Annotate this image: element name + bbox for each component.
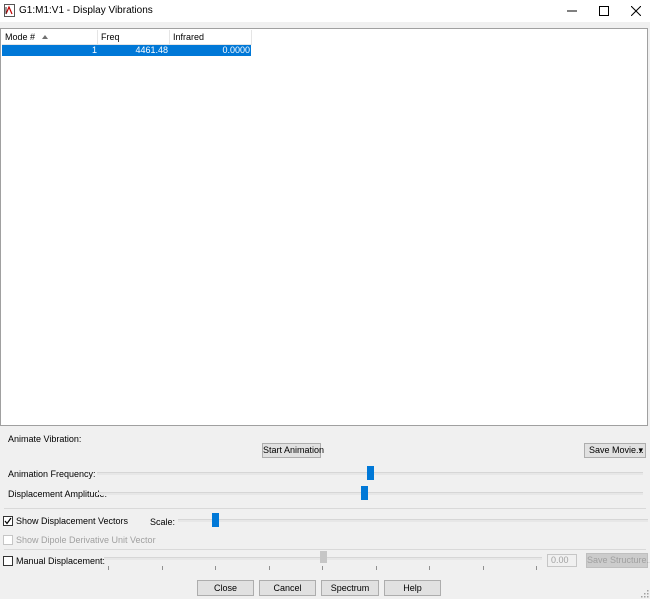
help-button[interactable]: Help [384, 580, 441, 596]
slider-tick-mark [108, 566, 109, 570]
column-header-mode[interactable]: Mode # [2, 30, 98, 45]
scale-slider-thumb[interactable] [212, 513, 219, 527]
slider-tick-mark [483, 566, 484, 570]
show-dipole-vector-label: Show Dipole Derivative Unit Vector [16, 535, 156, 545]
cancel-button[interactable]: Cancel [259, 580, 316, 596]
displacement-amplitude-slider-thumb[interactable] [361, 486, 368, 500]
manual-displacement-value[interactable]: 0.00 [547, 554, 577, 567]
spectrum-button[interactable]: Spectrum [321, 580, 379, 596]
app-icon [4, 4, 15, 17]
manual-displacement-checkbox[interactable] [3, 556, 13, 566]
slider-tick-mark [215, 566, 216, 570]
displacement-amplitude-label: Displacement Amplitude: [8, 489, 108, 499]
animation-frequency-label: Animation Frequency: [8, 469, 96, 479]
sort-ascending-icon [42, 35, 48, 39]
column-header-infrared[interactable]: Infrared [170, 30, 252, 45]
checkmark-icon [4, 517, 12, 525]
close-icon [631, 6, 641, 16]
scale-track[interactable] [178, 519, 648, 522]
show-dipole-vector-checkbox[interactable] [3, 535, 13, 545]
cell-mode: 1 [91, 45, 97, 55]
slider-tick-mark [536, 566, 537, 570]
save-movie-label: Save Movie... [589, 445, 644, 455]
slider-tick-mark [429, 566, 430, 570]
minimize-button[interactable] [556, 0, 588, 22]
resize-grip-icon[interactable] [640, 589, 649, 598]
section-divider [4, 549, 646, 550]
list-header: Mode # Freq Infrared [2, 30, 252, 45]
scale-label: Scale: [150, 517, 176, 527]
cell-freq: 4461.48 [135, 45, 168, 55]
column-header-freq[interactable]: Freq [98, 30, 170, 45]
close-window-button[interactable] [620, 0, 650, 22]
slider-tick-mark [322, 566, 323, 570]
start-animation-button[interactable]: Start Animation [262, 443, 324, 458]
maximize-icon [599, 6, 609, 16]
title-bar[interactable]: G1:M1:V1 - Display Vibrations [0, 0, 650, 22]
manual-displacement-slider-thumb[interactable] [320, 551, 327, 563]
show-displacement-vectors-checkbox[interactable] [3, 516, 13, 526]
column-header-freq-label: Freq [101, 32, 120, 42]
show-displacement-vectors-label: Show Displacement Vectors [16, 516, 129, 526]
animate-vibration-label: Animate Vibration: [8, 434, 82, 444]
column-header-infrared-label: Infrared [173, 32, 205, 42]
cell-infrared: 0.0000 [222, 45, 250, 55]
save-structure-button[interactable]: Save Structure... [586, 553, 650, 568]
slider-tick-mark [269, 566, 270, 570]
slider-tick-mark [162, 566, 163, 570]
maximize-button[interactable] [588, 0, 620, 22]
table-row[interactable]: 1 4461.48 0.0000 [2, 45, 251, 56]
save-movie-button[interactable]: Save Movie... ▾ [584, 443, 646, 458]
column-header-mode-label: Mode # [5, 32, 36, 42]
minimize-icon [567, 10, 577, 12]
close-button[interactable]: Close [197, 580, 254, 596]
window-title: G1:M1:V1 - Display Vibrations [19, 5, 153, 16]
vibration-mode-list[interactable]: Mode # Freq Infrared 1 4461.48 0.0000 [0, 28, 648, 426]
animation-frequency-slider-thumb[interactable] [367, 466, 374, 480]
slider-tick-mark [376, 566, 377, 570]
section-divider [4, 508, 646, 509]
dropdown-arrow-icon: ▾ [638, 445, 643, 455]
displacement-amplitude-track[interactable] [97, 492, 643, 495]
